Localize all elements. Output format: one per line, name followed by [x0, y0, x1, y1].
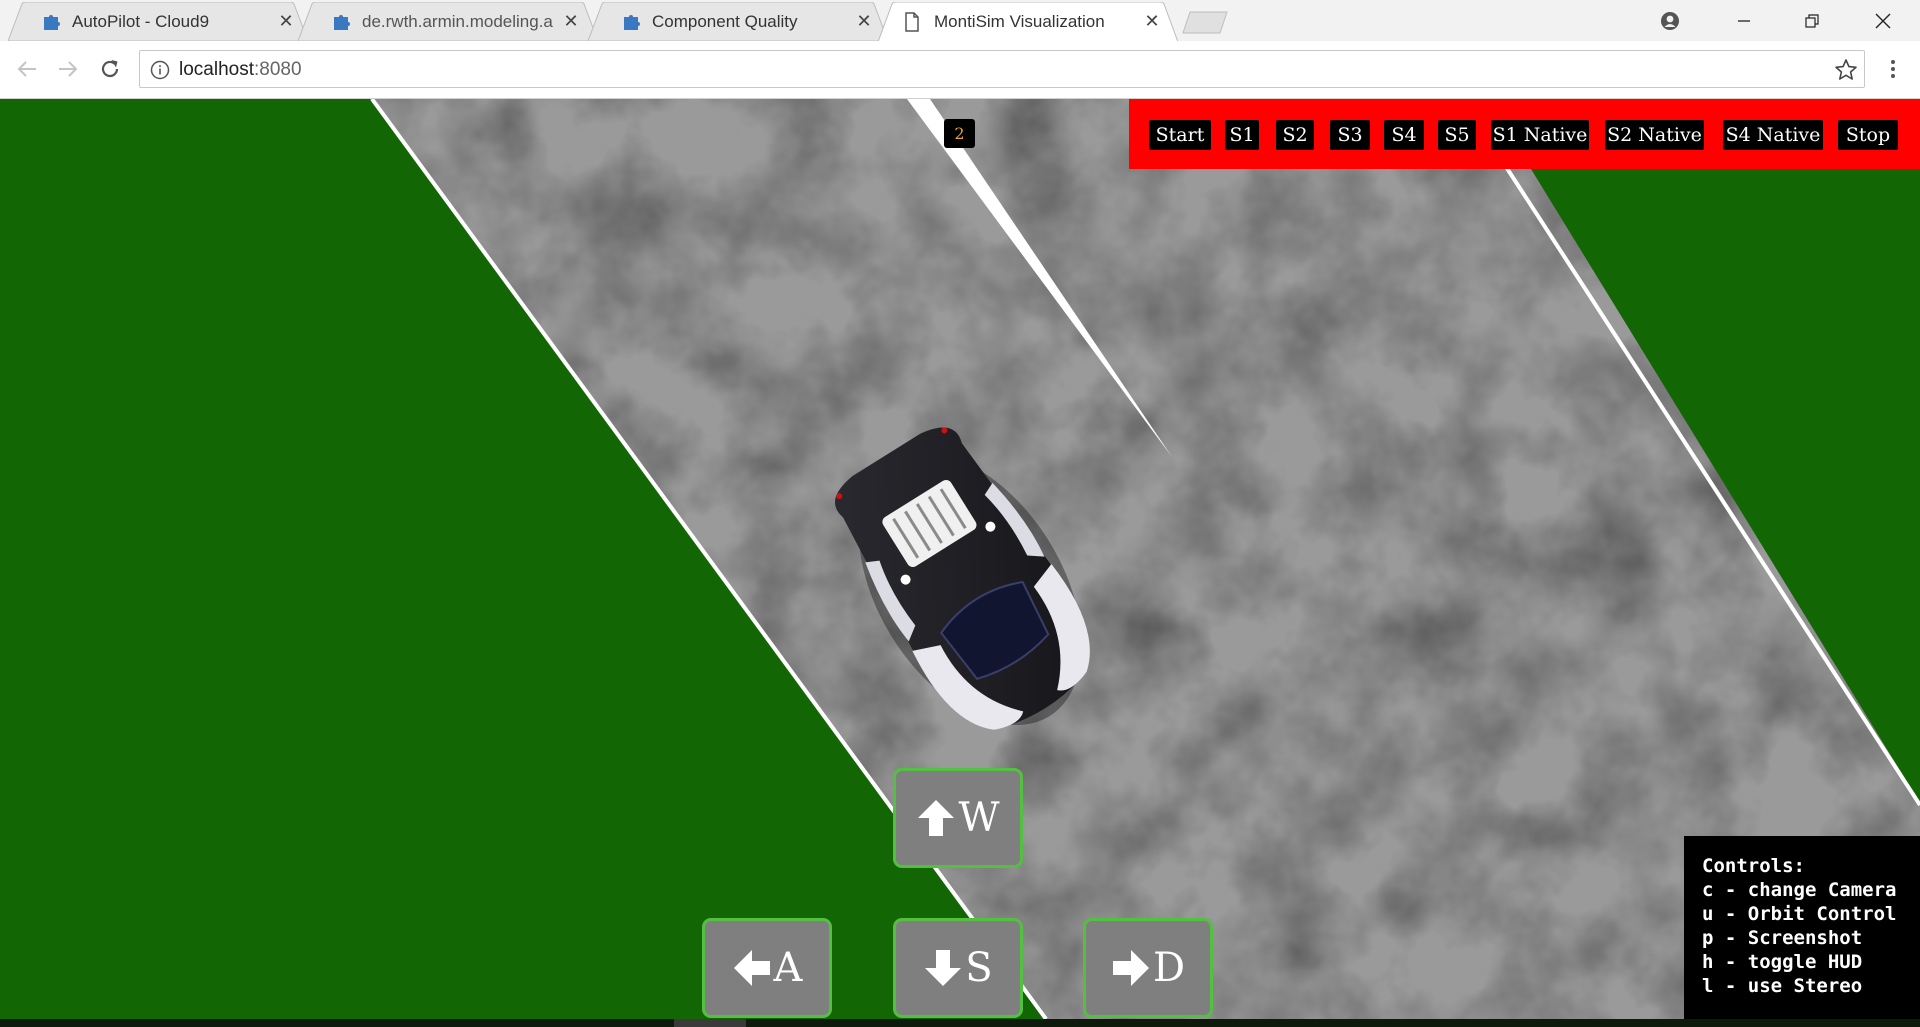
url-text[interactable]: localhost:8080 — [179, 59, 302, 81]
scrollbar-thumb[interactable] — [674, 1019, 746, 1027]
tab-armin-modeling[interactable]: de.rwth.armin.modeling.a ✕ — [298, 2, 598, 41]
tab-title: de.rwth.armin.modeling.a — [362, 12, 553, 31]
controls-help-panel: Controls: c - change Camera u - Orbit Co… — [1684, 836, 1920, 1019]
scenario-toolbar: Start S1 S2 S3 S4 S5 S1 Native S2 Native… — [1129, 99, 1920, 169]
controls-title: Controls: — [1702, 855, 1805, 877]
stop-button[interactable]: Stop — [1838, 120, 1898, 150]
address-bar[interactable]: localhost:8080 — [139, 50, 1865, 88]
key-letter: D — [1152, 945, 1186, 991]
s1-native-button[interactable]: S1 Native — [1491, 120, 1589, 150]
arrow-right-icon — [1112, 950, 1149, 986]
tab-autopilot[interactable]: AutoPilot - Cloud9 ✕ — [8, 2, 308, 41]
key-w-button[interactable]: W — [893, 768, 1023, 868]
tab-component-quality[interactable]: Component Quality ✕ — [588, 2, 888, 41]
key-d-button[interactable]: D — [1083, 918, 1213, 1018]
document-icon — [905, 12, 919, 32]
start-button[interactable]: Start — [1149, 120, 1211, 150]
s2-native-button[interactable]: S2 Native — [1605, 120, 1704, 150]
profile-icon[interactable] — [1640, 0, 1700, 41]
s4-button[interactable]: S4 — [1384, 120, 1424, 150]
info-icon[interactable] — [150, 60, 170, 80]
s4-native-button[interactable]: S4 Native — [1723, 120, 1823, 150]
horizontal-scrollbar[interactable] — [0, 1019, 1920, 1027]
s5-button[interactable]: S5 — [1438, 120, 1476, 150]
arrow-left-icon — [733, 950, 770, 986]
close-icon[interactable]: ✕ — [1142, 11, 1162, 31]
puzzle-icon — [624, 15, 640, 30]
restore-icon[interactable] — [1782, 0, 1842, 41]
key-letter: W — [958, 795, 1000, 841]
s2-button[interactable]: S2 — [1276, 120, 1314, 150]
close-icon[interactable]: ✕ — [276, 11, 296, 31]
new-tab-button[interactable] — [1181, 10, 1229, 34]
controls-line: p - Screenshot — [1702, 927, 1863, 949]
menu-icon[interactable] — [1878, 54, 1908, 84]
tab-title: Component Quality — [652, 12, 798, 31]
tab-title: MontiSim Visualization — [934, 12, 1105, 31]
scene-render — [0, 99, 1920, 1019]
s3-button[interactable]: S3 — [1330, 120, 1370, 150]
back-icon[interactable] — [12, 54, 42, 84]
reload-icon[interactable] — [95, 54, 125, 84]
puzzle-icon — [334, 15, 350, 30]
tab-title: AutoPilot - Cloud9 — [72, 12, 210, 31]
controls-line: h - toggle HUD — [1702, 951, 1863, 973]
close-icon[interactable]: ✕ — [561, 11, 581, 31]
tab-montisim[interactable]: MontiSim Visualization ✕ — [878, 2, 1178, 42]
key-s-button[interactable]: S — [893, 918, 1023, 1018]
key-letter: A — [773, 945, 803, 991]
window-close-icon[interactable] — [1853, 0, 1913, 41]
tab-strip: AutoPilot - Cloud9 ✕ de.rwth.armin.model… — [0, 0, 1920, 42]
key-a-button[interactable]: A — [702, 918, 832, 1018]
minimize-icon[interactable] — [1714, 0, 1774, 41]
close-icon[interactable]: ✕ — [854, 11, 874, 31]
puzzle-icon — [44, 15, 60, 30]
simulation-canvas[interactable]: 2 Start S1 S2 S3 S4 S5 S1 Native S2 Nati… — [0, 99, 1920, 1019]
arrow-down-icon — [925, 950, 962, 986]
arrow-up-icon — [918, 800, 955, 836]
controls-line: c - change Camera — [1702, 879, 1897, 901]
s1-button[interactable]: S1 — [1225, 120, 1259, 150]
bookmark-star-icon[interactable] — [1834, 58, 1858, 82]
forward-icon[interactable] — [53, 54, 83, 84]
controls-line: l - use Stereo — [1702, 975, 1863, 997]
frame-counter: 2 — [944, 119, 975, 148]
browser-toolbar: localhost:8080 — [0, 41, 1920, 99]
key-letter: S — [965, 945, 993, 991]
controls-line: u - Orbit Control — [1702, 903, 1897, 925]
